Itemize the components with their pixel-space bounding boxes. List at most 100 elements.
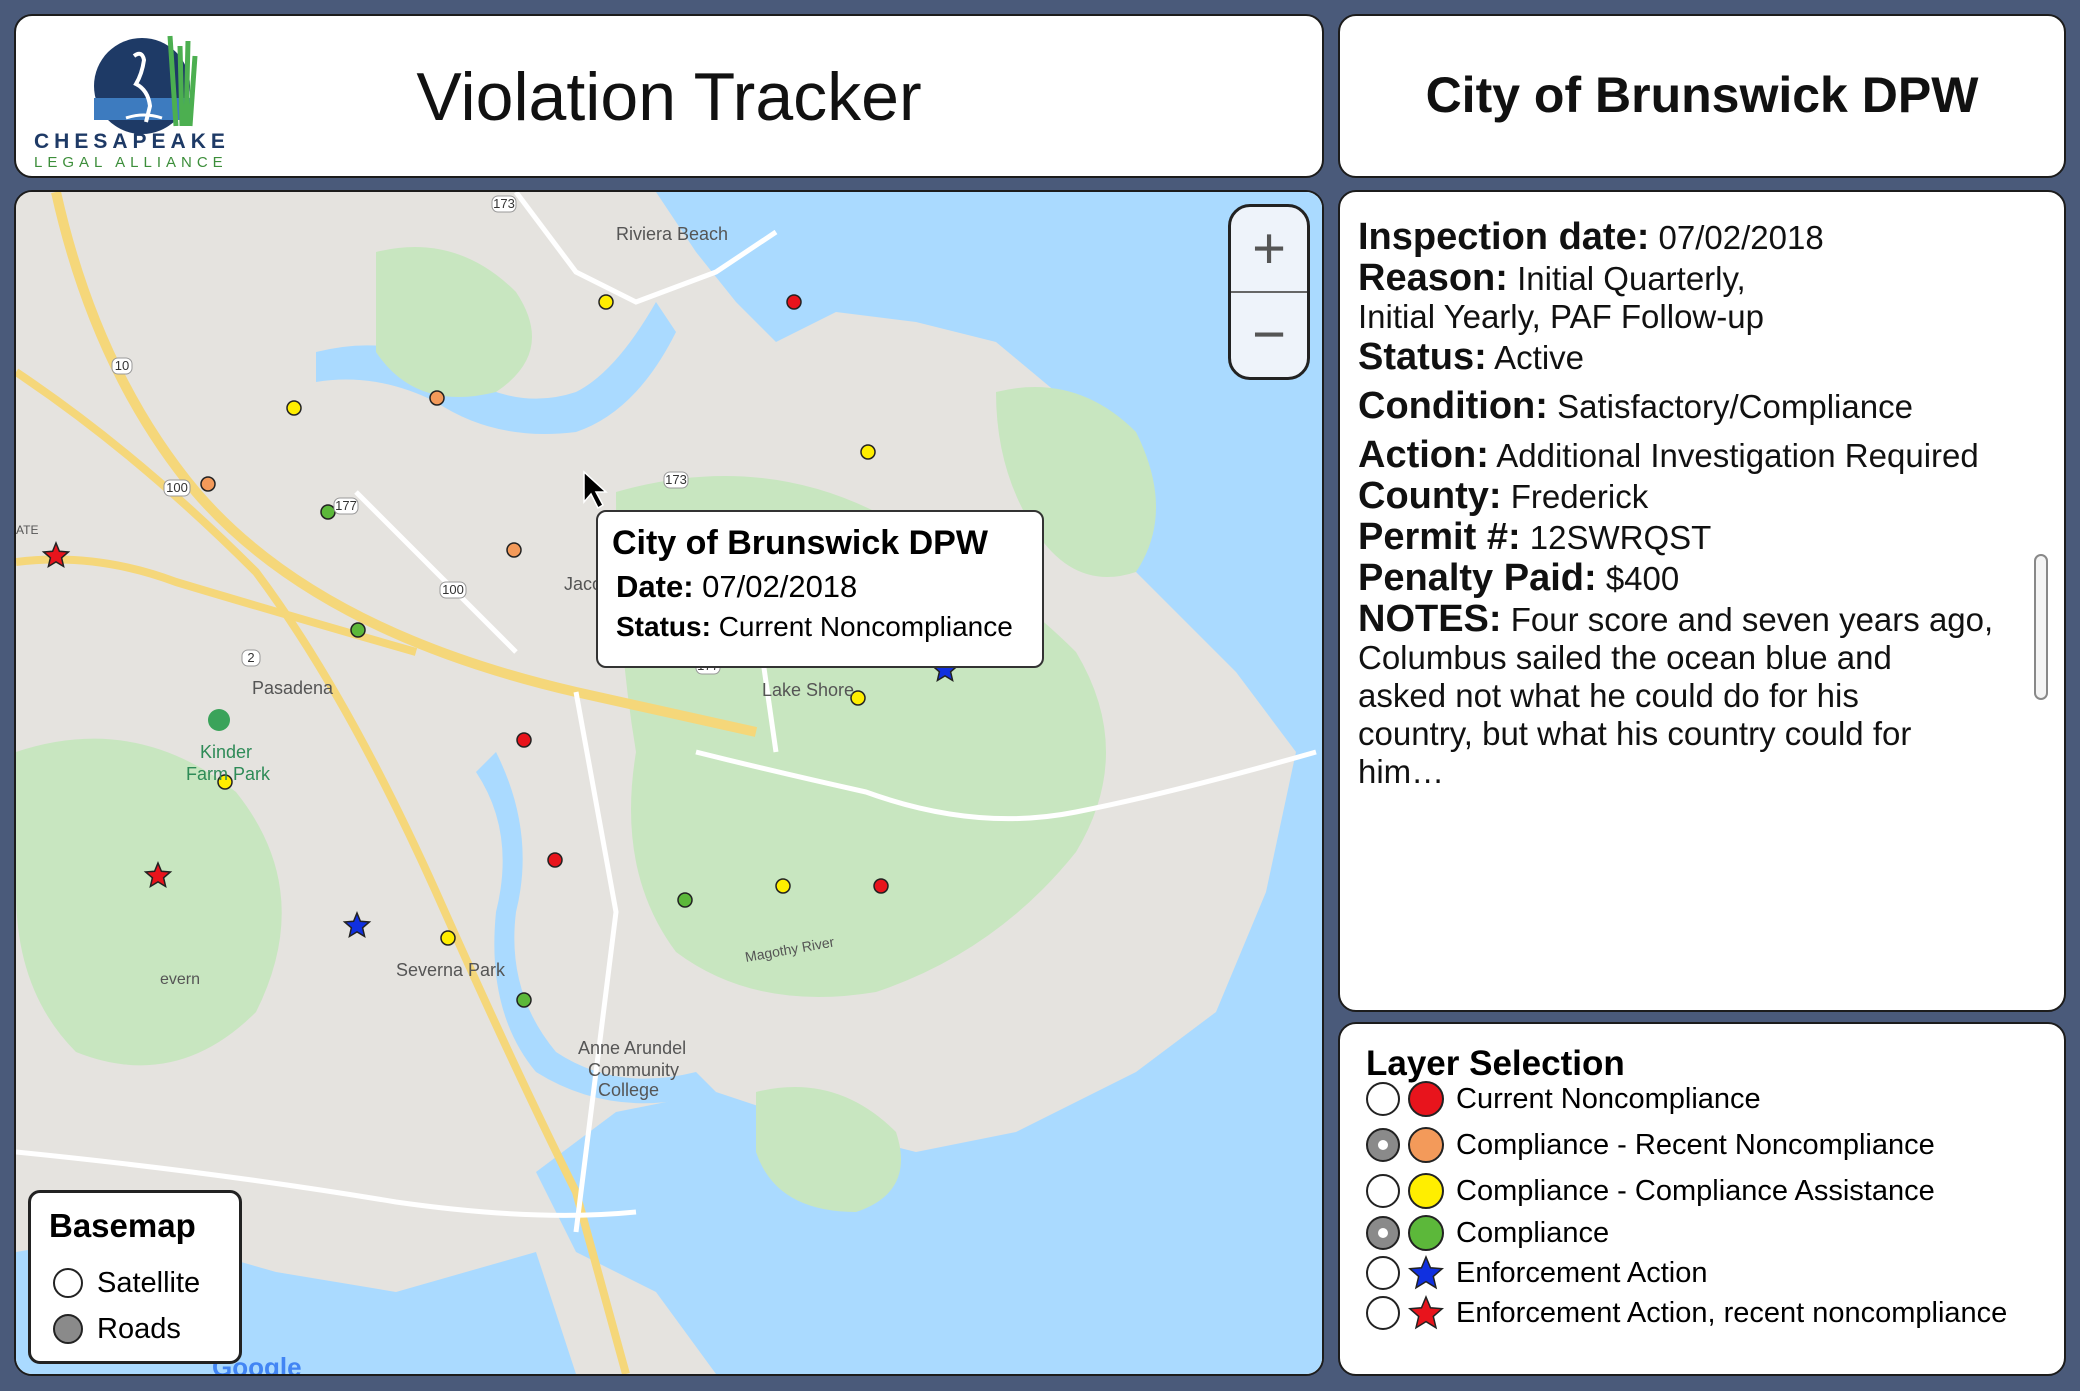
status-row: Status: Active <box>1358 338 2004 377</box>
layer-radio[interactable] <box>1366 1082 1400 1116</box>
map-marker[interactable] <box>286 400 302 416</box>
layer-radio[interactable] <box>1366 1216 1400 1250</box>
roads-radio[interactable] <box>53 1314 83 1344</box>
popup-status-value: Current Noncompliance <box>718 611 1013 642</box>
reason-value-line2: Initial Yearly, PAF Follow-up <box>1358 298 1764 335</box>
map-marker[interactable] <box>598 294 614 310</box>
map-marker[interactable] <box>516 732 532 748</box>
map-marker[interactable] <box>516 992 532 1008</box>
map-marker[interactable] <box>440 930 456 946</box>
layer-label: Current Noncompliance <box>1456 1082 1761 1115</box>
map-marker[interactable] <box>429 390 445 406</box>
map-label-severna-park: Severna Park <box>396 960 506 980</box>
popup-title: City of Brunswick DPW <box>612 524 988 562</box>
satellite-radio[interactable] <box>53 1268 83 1298</box>
permit-label: Permit #: <box>1358 516 1521 558</box>
details-scrollbar[interactable] <box>2034 554 2048 700</box>
permit-row: Permit #: 12SWRQST <box>1358 518 2004 557</box>
map-marker[interactable] <box>320 504 336 520</box>
app-title: Violation Tracker <box>416 59 922 135</box>
marker-popup: City of Brunswick DPW Date: 07/02/2018 S… <box>596 510 1044 668</box>
roads-label: Roads <box>97 1312 181 1345</box>
basemap-control: Basemap Satellite Roads <box>28 1190 242 1364</box>
circle-swatch-icon <box>1408 1215 1444 1251</box>
map-marker[interactable] <box>506 542 522 558</box>
action-value: Additional Investigation Required <box>1496 437 1979 474</box>
details-panel[interactable]: Inspection date: 07/02/2018 Reason: Init… <box>1338 190 2066 1012</box>
road-shield: 173 <box>663 471 689 489</box>
popup-date-label: Date: <box>616 569 694 604</box>
notes-line2: Columbus sailed the ocean blue and <box>1358 639 1892 676</box>
layer-row[interactable]: Compliance - Compliance Assistance <box>1366 1172 1935 1210</box>
notes-label: NOTES: <box>1358 598 1502 640</box>
svg-text:173: 173 <box>493 196 515 211</box>
permit-value: 12SWRQST <box>1529 519 1712 556</box>
inspection-date-label: Inspection date: <box>1358 216 1650 258</box>
map-label-kinder: Kinder <box>200 742 252 762</box>
penalty-row: Penalty Paid: $400 <box>1358 559 2004 598</box>
layer-radio[interactable] <box>1366 1256 1400 1290</box>
facility-title-panel: City of Brunswick DPW <box>1338 14 2066 178</box>
details-content: Inspection date: 07/02/2018 Reason: Init… <box>1358 218 2004 801</box>
circle-swatch-icon <box>1408 1081 1444 1117</box>
circle-swatch-icon <box>1408 1173 1444 1209</box>
popup-status-label: Status: <box>616 611 711 642</box>
map-label-riviera-beach: Riviera Beach <box>616 224 728 244</box>
svg-text:2: 2 <box>247 650 254 665</box>
layer-label: Compliance - Compliance Assistance <box>1456 1174 1935 1207</box>
star-icon <box>1408 1295 1444 1330</box>
facility-title: City of Brunswick DPW <box>1425 67 1979 123</box>
map-marker[interactable] <box>786 294 802 310</box>
layer-label: Compliance - Recent Noncompliance <box>1456 1128 1935 1161</box>
road-shield: 10 <box>111 357 133 375</box>
map-label-severn: evern <box>160 971 200 988</box>
road-shield: 2 <box>241 649 261 667</box>
condition-value: Satisfactory/Compliance <box>1557 388 1913 425</box>
park-icon <box>208 709 230 731</box>
reason-value-line1: Initial Quarterly, <box>1517 260 1746 297</box>
county-value: Frederick <box>1510 478 1649 515</box>
map-label-anne-arundel: Anne Arundel <box>578 1038 686 1058</box>
notes-line1: Four score and seven years ago, <box>1510 601 1994 638</box>
layers-title: Layer Selection <box>1366 1044 1625 1083</box>
layer-radio[interactable] <box>1366 1296 1400 1330</box>
layer-radio[interactable] <box>1366 1128 1400 1162</box>
map-panel[interactable]: Riviera Beach Jacobsville Pasadena Lake … <box>14 190 1324 1376</box>
layer-row[interactable]: Enforcement Action, recent noncompliance <box>1366 1294 2007 1332</box>
inspection-date-row: Inspection date: 07/02/2018 <box>1358 218 2004 257</box>
map-marker[interactable] <box>350 622 366 638</box>
map-label-pasadena: Pasadena <box>252 678 334 698</box>
inspection-date-value: 07/02/2018 <box>1658 219 1824 256</box>
zoom-in-button[interactable]: + <box>1231 207 1307 291</box>
map-label-lake-shore: Lake Shore <box>762 680 854 700</box>
basemap-option-roads[interactable]: Roads <box>53 1311 181 1347</box>
layer-radio[interactable] <box>1366 1174 1400 1208</box>
map-marker[interactable] <box>200 476 216 492</box>
map-marker[interactable] <box>547 852 563 868</box>
header-panel: CHESAPEAKE LEGAL ALLIANCE Violation Trac… <box>14 14 1324 178</box>
penalty-label: Penalty Paid: <box>1358 557 1597 599</box>
star-icon <box>1408 1255 1444 1290</box>
map-label-college: College <box>598 1080 659 1100</box>
layer-row[interactable]: Enforcement Action <box>1366 1254 1707 1292</box>
zoom-out-button[interactable]: − <box>1231 293 1307 377</box>
map-label-community: Community <box>588 1060 679 1080</box>
svg-text:100: 100 <box>442 582 464 597</box>
map-marker[interactable] <box>677 892 693 908</box>
action-row: Action: Additional Investigation Require… <box>1358 436 2004 475</box>
map-label-farm-park: Farm Park <box>186 764 271 784</box>
reason-row: Reason: Initial Quarterly, Initial Yearly… <box>1358 259 2004 336</box>
notes-row: NOTES: Four score and seven years ago, Co… <box>1358 600 2004 791</box>
circle-swatch-icon <box>1408 1127 1444 1163</box>
layer-row[interactable]: Current Noncompliance <box>1366 1080 1761 1118</box>
layer-row[interactable]: Compliance <box>1366 1214 1609 1252</box>
layer-row[interactable]: Compliance - Recent Noncompliance <box>1366 1126 1935 1164</box>
basemap-title: Basemap <box>49 1207 196 1244</box>
basemap-option-satellite[interactable]: Satellite <box>53 1265 200 1301</box>
reason-label: Reason: <box>1358 257 1508 299</box>
layer-label: Enforcement Action <box>1456 1256 1708 1289</box>
map-marker[interactable] <box>775 878 791 894</box>
map-marker[interactable] <box>860 444 876 460</box>
svg-text:100: 100 <box>166 480 188 495</box>
map-marker[interactable] <box>873 878 889 894</box>
